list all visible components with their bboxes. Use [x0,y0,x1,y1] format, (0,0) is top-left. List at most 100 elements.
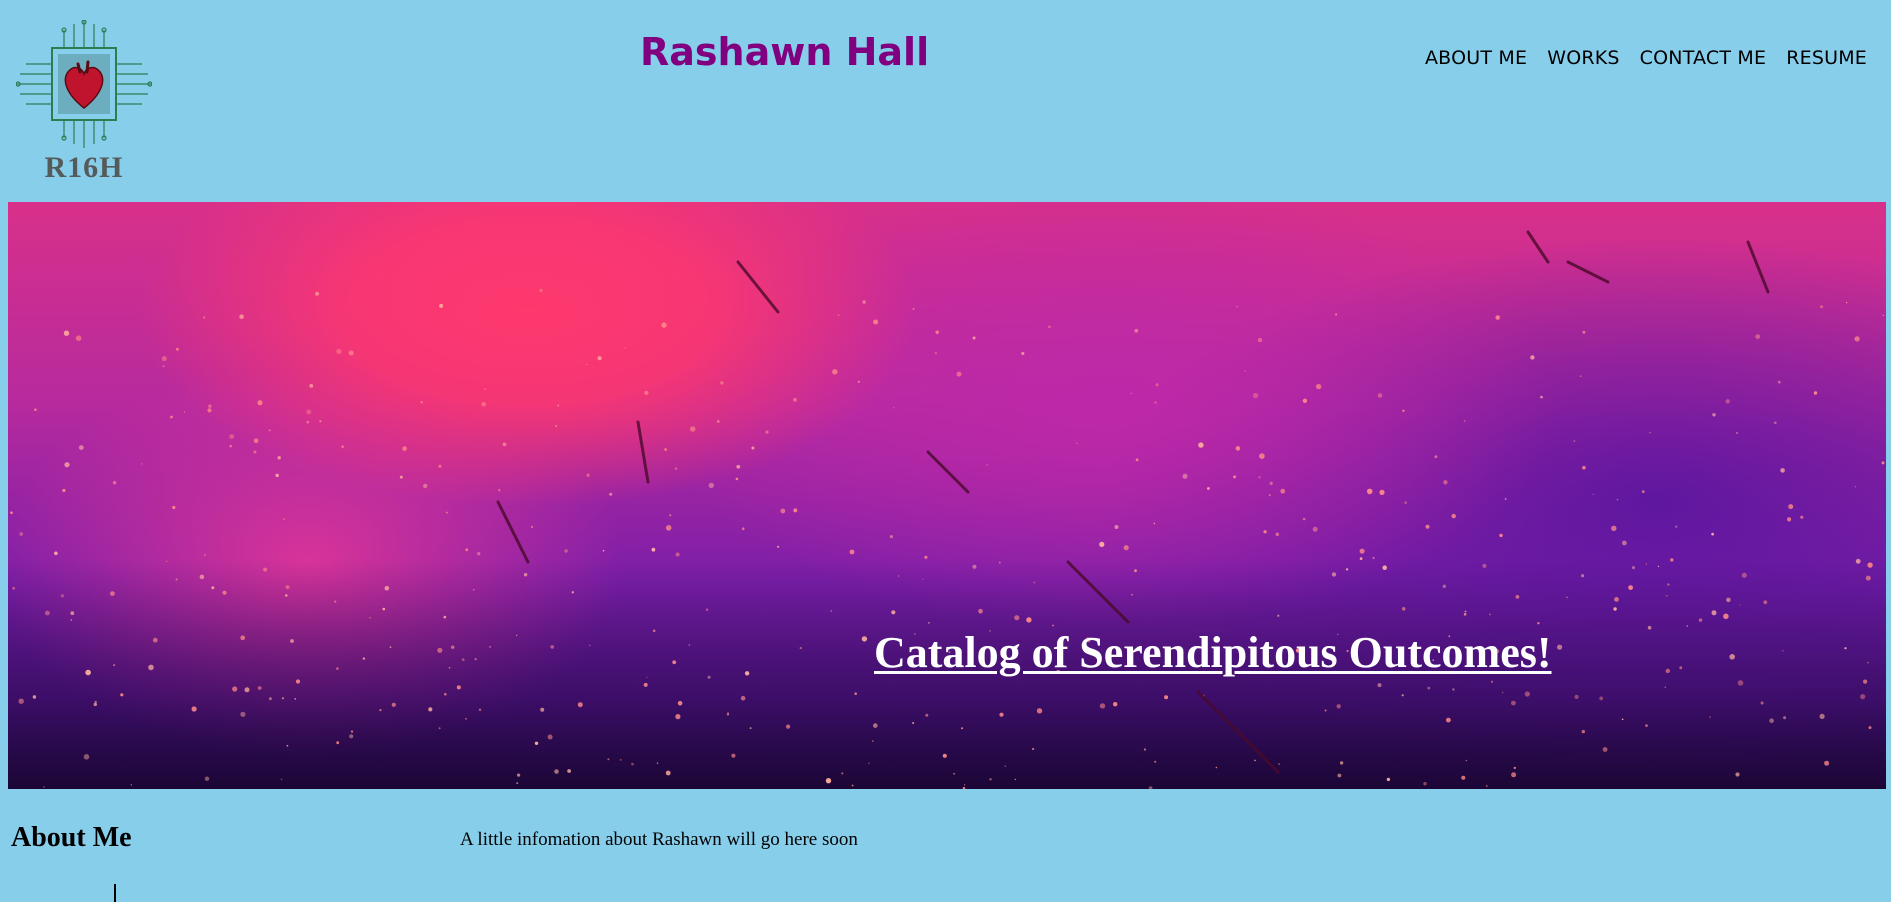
speckle [998,561,1001,564]
speckle [1755,334,1761,339]
speckle [1665,668,1671,674]
speckle [438,727,441,730]
speckle [830,610,833,612]
speckle [1268,494,1271,497]
speckle [656,762,659,764]
hero-caption-link[interactable]: Catalog of Serendipitous Outcomes! [874,627,1552,678]
speckle [389,646,392,649]
speckle [1723,613,1729,620]
speckle [498,489,501,492]
speckle [448,666,451,669]
speckle [516,782,519,784]
speckle [1819,713,1825,719]
speckle [319,420,322,423]
speckle [597,356,602,361]
speckle [1259,453,1265,459]
speckle [554,769,559,774]
speckle [736,464,741,469]
speckle [672,660,677,665]
speckle [1423,782,1427,786]
nav-resume[interactable]: RESUME [1786,47,1867,69]
speckle [315,291,320,296]
speckle [465,717,467,720]
speckle [211,586,215,590]
speckle [891,610,896,615]
speckle [741,527,745,530]
speckle [1867,661,1869,664]
speckle [1537,622,1540,625]
speckle [443,615,447,619]
speckle [112,481,117,485]
speckle [1427,686,1431,690]
speckle [854,692,857,695]
speckle [871,740,874,742]
speckle [222,590,227,595]
speckle [1425,524,1430,529]
nav-contact-me[interactable]: CONTACT ME [1640,47,1767,69]
speckle [534,741,539,745]
speckle [1611,525,1617,531]
speckle [1404,501,1407,504]
speckle [1774,421,1777,425]
speckle [1530,355,1535,360]
speckle [1729,654,1735,660]
speckle [1014,615,1020,621]
speckle [651,547,656,552]
speckle [1331,572,1337,577]
speckle [1647,625,1652,630]
speckle [1725,399,1730,404]
speckle [253,438,259,444]
speckle [1359,548,1365,554]
nav-works[interactable]: WORKS [1547,47,1619,69]
speckle [924,555,928,559]
speckle [962,786,966,789]
speckle [1664,686,1666,688]
speckle [1489,613,1491,616]
speckle [1667,583,1670,586]
speckle [474,658,477,661]
speckle [229,434,235,439]
speckle [1134,569,1137,573]
speckle [889,535,893,539]
speckle [1382,565,1387,570]
speckle [253,450,257,454]
speckle [502,442,507,447]
speckle [306,420,310,424]
speckle [986,464,989,466]
site-logo[interactable]: R16H [15,19,153,188]
speckle [1269,481,1273,485]
speckle [1513,766,1517,770]
speckle [402,446,407,451]
speckle [1800,515,1804,519]
speckle [1582,465,1586,470]
speckle [751,446,755,450]
speckle [1026,617,1032,623]
speckle [1465,759,1468,762]
speckle [1236,306,1238,308]
speckle [420,401,423,404]
speckle [1366,488,1373,495]
speckle [841,772,844,775]
nav-about-me[interactable]: ABOUT ME [1425,47,1527,69]
speckle [1004,765,1006,767]
speckle [244,687,250,693]
speckle [861,636,868,642]
speckle [705,608,709,611]
speckle [740,695,746,701]
speckle [290,639,294,643]
speckle [1135,458,1139,462]
speckle [675,552,680,557]
speckle [54,551,58,556]
about-heading: About Me [11,822,132,853]
speckle [922,578,924,580]
speckle [208,404,212,408]
speckle [1164,695,1169,700]
speckle [589,644,591,646]
speckle [1782,650,1784,652]
speckle [1557,644,1563,650]
speckle [1860,694,1866,700]
speckle [1511,772,1517,778]
speckle [837,314,840,316]
speckle [1257,337,1263,343]
speckle [1670,558,1674,562]
